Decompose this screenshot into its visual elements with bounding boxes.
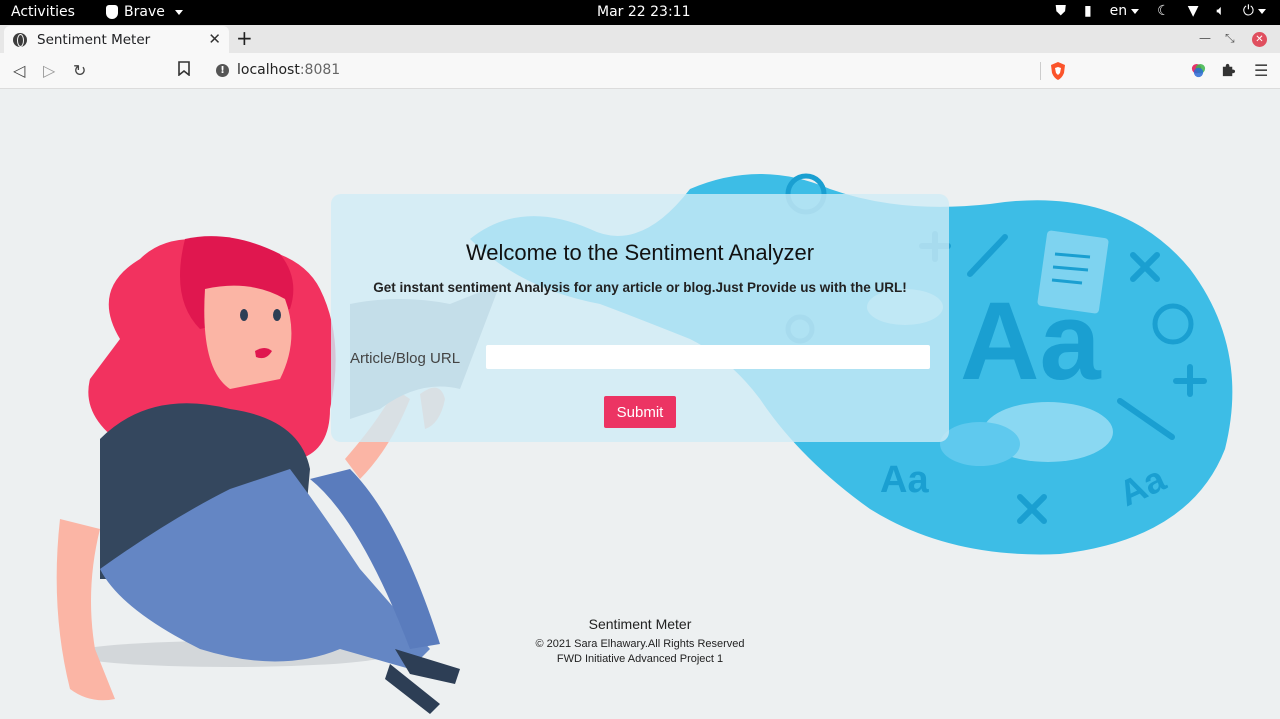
page-footer: Sentiment Meter © 2021 Sara Elhawary.All… <box>0 616 1280 665</box>
page-subtitle: Get instant sentiment Analysis for any a… <box>373 280 907 295</box>
night-light-icon: ☾ <box>1157 3 1170 19</box>
analyzer-card: Welcome to the Sentiment Analyzer Get in… <box>331 194 949 442</box>
article-url-input[interactable] <box>486 345 930 369</box>
forward-button[interactable]: ▷ <box>43 61 55 80</box>
language-label: en <box>1109 3 1128 19</box>
aa-letters-small: Aa <box>880 459 929 501</box>
network-app-icon[interactable]: ▮ <box>1084 3 1092 19</box>
back-button[interactable]: ◁ <box>13 61 25 80</box>
wifi-icon: ▼ <box>1187 3 1199 19</box>
menu-icon[interactable]: ☰ <box>1254 61 1268 80</box>
site-info-icon[interactable]: ! <box>216 64 229 77</box>
url-port: :8081 <box>299 62 341 78</box>
submit-button[interactable]: Submit <box>604 396 676 428</box>
new-tab-button[interactable]: + <box>236 27 253 49</box>
bookmark-icon[interactable] <box>178 61 190 80</box>
tab-strip: Sentiment Meter ✕ <box>0 25 1280 53</box>
restore-icon[interactable]: ⤡ <box>1225 31 1235 46</box>
minimize-icon[interactable]: — <box>1199 31 1211 45</box>
footer-copyright: © 2021 Sara Elhawary.All Rights Reserved <box>535 638 745 650</box>
close-tab-icon[interactable]: ✕ <box>208 30 221 48</box>
chevron-down-icon <box>1258 8 1266 14</box>
reload-button[interactable]: ↻ <box>73 61 86 80</box>
shield-icon[interactable]: ⛊ <box>1055 3 1066 19</box>
volume-icon: 🔈︎ <box>1216 3 1225 19</box>
url-field[interactable]: localhost:8081 <box>237 62 340 78</box>
chevron-down-icon <box>174 9 183 15</box>
extensions-icon[interactable] <box>1221 62 1236 81</box>
power-icon[interactable]: ⏻ <box>1243 3 1266 19</box>
app-menu-label: Brave <box>124 4 165 20</box>
brave-lion-icon <box>106 5 118 19</box>
footer-project: FWD Initiative Advanced Project 1 <box>556 653 724 665</box>
rewards-icon[interactable] <box>1191 63 1206 82</box>
page-title: Welcome to the Sentiment Analyzer <box>465 240 815 265</box>
tab-sentiment-meter[interactable]: Sentiment Meter ✕ <box>4 26 229 53</box>
clock[interactable]: Mar 22 23:11 <box>597 4 690 20</box>
language-indicator[interactable]: en <box>1110 3 1140 19</box>
page-content: Aa Aa Aa Welcome to the Sentiment Analyz… <box>0 89 1280 719</box>
system-tray[interactable]: ⛊ ▮ en ☾ ▼ 🔈︎ ⏻ <box>1055 3 1266 19</box>
url-input-label: Article/Blog URL <box>350 350 461 367</box>
window-close-button[interactable]: ✕ <box>1252 32 1267 47</box>
system-top-bar: Activities Brave Mar 22 23:11 ⛊ ▮ en ☾ ▼… <box>0 0 1280 25</box>
divider <box>1040 62 1041 80</box>
app-menu[interactable]: Brave <box>106 4 183 20</box>
activities-button[interactable]: Activities <box>11 4 75 20</box>
address-bar-row: ◁ ▷ ↻ ! localhost:8081 ☰ <box>0 53 1280 89</box>
brave-shields-icon[interactable] <box>1050 62 1066 80</box>
tab-title: Sentiment Meter <box>37 31 151 48</box>
chevron-down-icon <box>1131 8 1140 14</box>
url-host: localhost <box>237 62 300 78</box>
footer-title: Sentiment Meter <box>588 616 692 632</box>
globe-icon <box>13 32 27 47</box>
